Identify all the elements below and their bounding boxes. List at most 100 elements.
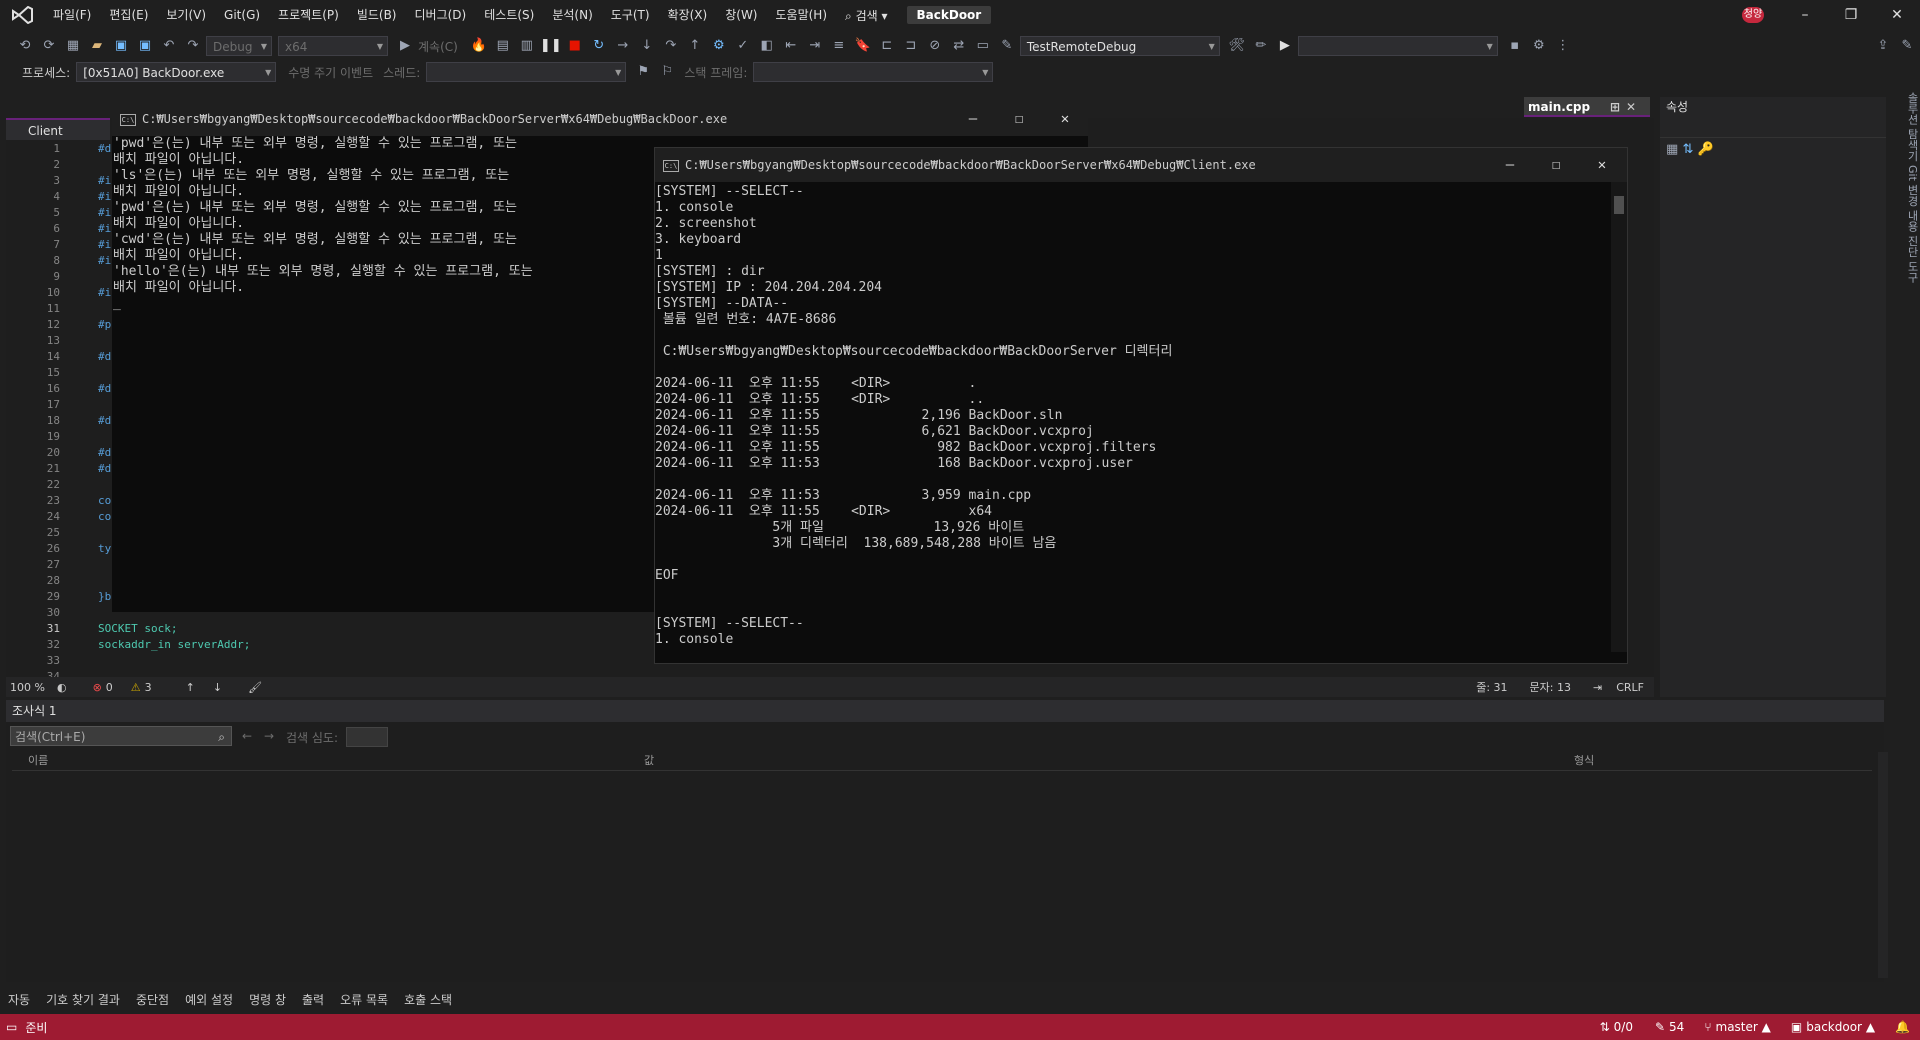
close-tab-icon[interactable]: ✕: [1626, 97, 1636, 117]
nav-forward-icon[interactable]: →: [264, 729, 274, 743]
configuration-dropdown[interactable]: Debug ▼: [206, 36, 272, 56]
show-next-statement-icon[interactable]: →: [612, 35, 634, 57]
minimize-icon[interactable]: –: [1782, 0, 1828, 30]
save-icon[interactable]: ▣: [110, 35, 132, 57]
backdoor-console-titlebar[interactable]: C:\ C:₩Users₩bgyang₩Desktop₩sourcecode₩b…: [112, 102, 1088, 136]
scrollbar-thumb[interactable]: [1614, 196, 1624, 214]
column-indicator[interactable]: 문자: 13: [1530, 679, 1571, 695]
repo-name[interactable]: backdoor ▲: [1806, 1020, 1875, 1034]
tools-icon[interactable]: 🛠: [1226, 35, 1248, 57]
diagnostics-icon[interactable]: ⚙: [708, 35, 730, 57]
tab-main-cpp[interactable]: main.cpp ⊞ ✕: [1524, 97, 1650, 117]
menu-analyze[interactable]: 분석(N): [543, 0, 601, 30]
prev-issue-icon[interactable]: ↑: [186, 681, 195, 694]
continue-label[interactable]: 계속(C): [418, 38, 458, 55]
tab-output[interactable]: 출력: [294, 991, 332, 1008]
layout-icon[interactable]: ▥: [516, 35, 538, 57]
thread-flag-icon[interactable]: ⚐: [656, 61, 678, 83]
tab-error-list[interactable]: 오류 목록: [332, 991, 396, 1008]
code-line[interactable]: co: [98, 510, 111, 523]
console-close-icon[interactable]: ✕: [1042, 102, 1088, 136]
code-line[interactable]: #i: [98, 222, 111, 235]
forward-icon[interactable]: ⟳: [38, 35, 60, 57]
console-maximize-icon[interactable]: ☐: [1533, 148, 1579, 182]
menu-file[interactable]: 파일(F): [44, 0, 100, 30]
menu-tools[interactable]: 도구(T): [602, 0, 659, 30]
column-name[interactable]: 이름: [28, 752, 48, 768]
start-icon[interactable]: ▶: [1274, 35, 1296, 57]
column-type[interactable]: 형식: [1574, 752, 1594, 768]
breakpoint-window-icon[interactable]: ◧: [756, 35, 778, 57]
pencil-icon[interactable]: ✎: [1655, 1020, 1665, 1034]
tab-autos[interactable]: 자동: [0, 991, 38, 1008]
code-line[interactable]: #i: [98, 254, 111, 267]
step-over-icon[interactable]: ↷: [660, 35, 682, 57]
pin-icon[interactable]: ⊞: [1610, 97, 1620, 117]
stop-icon[interactable]: ■: [564, 35, 586, 57]
client-console-window[interactable]: C:\ C:₩Users₩bgyang₩Desktop₩sourcecode₩b…: [654, 147, 1628, 664]
code-line[interactable]: #d: [98, 350, 111, 363]
sync-icon[interactable]: ⇅: [1600, 1020, 1610, 1034]
user-avatar[interactable]: 청양: [1742, 7, 1764, 23]
code-line[interactable]: co: [98, 494, 111, 507]
menu-project[interactable]: 프로젝트(P): [269, 0, 348, 30]
watch-search-input[interactable]: 검색(Ctrl+E) ⌕: [10, 726, 232, 746]
restore-icon[interactable]: ❐: [1828, 0, 1874, 30]
hot-reload-icon[interactable]: 🔥: [468, 35, 490, 57]
code-line[interactable]: #d: [98, 142, 111, 155]
pause-icon[interactable]: ❚❚: [540, 35, 562, 57]
tab-call-stack[interactable]: 호출 스택: [396, 991, 460, 1008]
branch-icon[interactable]: ⑂: [1704, 1020, 1711, 1034]
property-pages-icon[interactable]: 🔑: [1697, 142, 1713, 157]
backdoor-console-output[interactable]: 'pwd'은(는) 내부 또는 외부 명령, 실행할 수 있는 프로그램, 또는…: [112, 136, 653, 586]
share-icon[interactable]: ⇪: [1872, 35, 1894, 57]
menu-git[interactable]: Git(G): [215, 0, 269, 30]
process-dropdown[interactable]: [0x51A0] BackDoor.exe ▼: [76, 62, 277, 82]
error-icon[interactable]: ⊗: [93, 681, 102, 694]
notifications-icon[interactable]: 🔔: [1895, 1020, 1910, 1034]
changes-count[interactable]: 54: [1669, 1020, 1684, 1034]
tab-exception-settings[interactable]: 예외 설정: [177, 991, 241, 1008]
tab-breakpoints[interactable]: 중단점: [128, 991, 177, 1008]
clear-bookmarks-icon[interactable]: ⊘: [924, 35, 946, 57]
attach-icon[interactable]: ⇄: [948, 35, 970, 57]
comment-icon[interactable]: ≡: [828, 35, 850, 57]
code-line[interactable]: #i: [98, 190, 111, 203]
client-console-scrollbar[interactable]: [1611, 182, 1627, 652]
stack-frame-dropdown[interactable]: ▼: [753, 62, 994, 82]
platform-dropdown[interactable]: x64 ▼: [278, 36, 388, 56]
feedback-icon[interactable]: ✎: [1896, 35, 1918, 57]
column-value[interactable]: 값: [644, 752, 654, 768]
prev-bookmark-icon[interactable]: ⊏: [876, 35, 898, 57]
watch-scrollbar[interactable]: [1878, 752, 1888, 978]
warning-count[interactable]: 3: [145, 681, 152, 694]
nav-back-icon[interactable]: ←: [242, 729, 252, 743]
next-issue-icon[interactable]: ↓: [213, 681, 222, 694]
visual-studio-logo-icon[interactable]: [0, 0, 44, 30]
menu-debug[interactable]: 디버그(D): [406, 0, 476, 30]
code-line[interactable]: #d: [98, 446, 111, 459]
console-close-icon[interactable]: ✕: [1579, 148, 1625, 182]
redo-icon[interactable]: ↷: [182, 35, 204, 57]
undo-icon[interactable]: ↶: [158, 35, 180, 57]
code-line[interactable]: #i: [98, 238, 111, 251]
client-console-output[interactable]: [SYSTEM] --SELECT-- 1. console 2. screensh…: [655, 184, 1595, 654]
menu-help[interactable]: 도움말(H): [767, 0, 837, 30]
search-menu[interactable]: ⌕ 검색 ▾: [836, 7, 897, 24]
code-line[interactable]: #i: [98, 174, 111, 187]
search-icon[interactable]: ⌕: [218, 727, 225, 747]
code-line[interactable]: #p: [98, 318, 111, 331]
thread-dropdown[interactable]: ▼: [426, 62, 627, 82]
repo-icon[interactable]: ▣: [1791, 1020, 1802, 1034]
step-into-icon[interactable]: ↓: [636, 35, 658, 57]
console-minimize-icon[interactable]: –: [950, 102, 996, 136]
new-item-icon[interactable]: ▦: [62, 35, 84, 57]
output-icon[interactable]: ▭: [6, 1020, 17, 1034]
spellcheck-icon[interactable]: ✓: [732, 35, 754, 57]
line-ending[interactable]: CRLF: [1616, 681, 1644, 694]
bookmark-icon[interactable]: 🔖: [852, 35, 874, 57]
code-line[interactable]: SOCKET sock;: [98, 622, 177, 635]
pen-icon[interactable]: ✏: [1250, 35, 1272, 57]
code-line[interactable]: }b: [98, 590, 111, 603]
client-console-titlebar[interactable]: C:\ C:₩Users₩bgyang₩Desktop₩sourcecode₩b…: [655, 148, 1627, 182]
